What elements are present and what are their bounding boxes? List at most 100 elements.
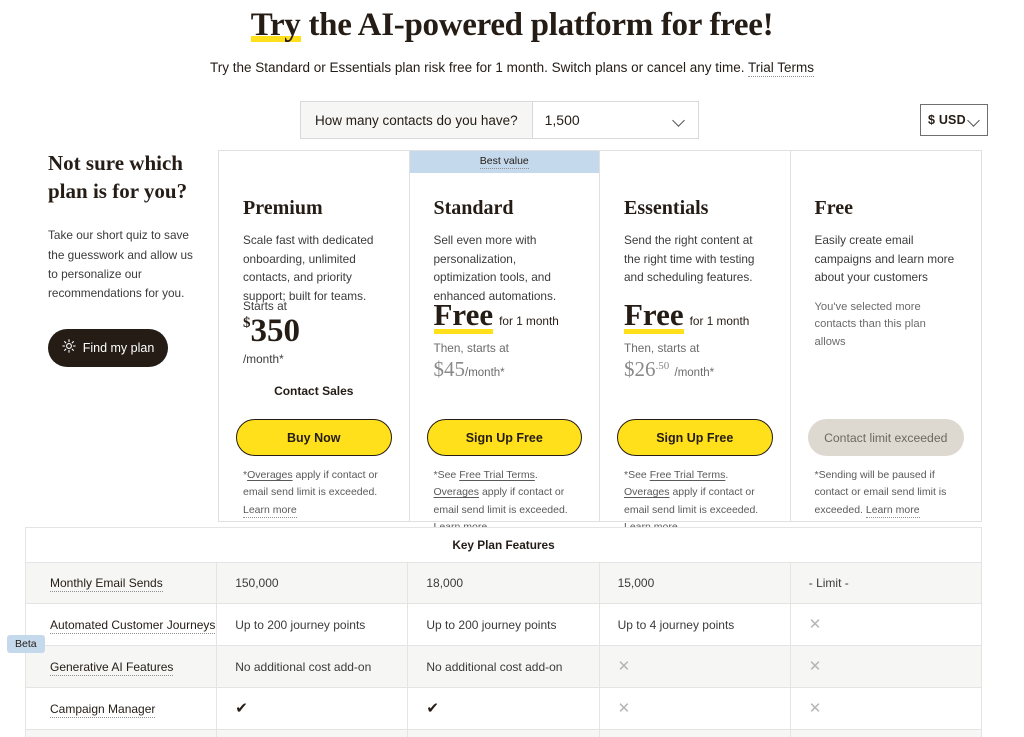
sign-up-free-button[interactable]: Sign Up Free (617, 419, 773, 456)
plan-card-essentials: Essentials Send the right content at the… (600, 151, 791, 535)
then-starts-label: Then, starts at (433, 340, 509, 355)
chevron-down-icon (968, 114, 981, 127)
badge-spacer (791, 151, 982, 173)
contact-limit-exceeded-button: Contact limit exceeded (807, 419, 964, 456)
feature-name-link[interactable]: Automated Customer Journeys (50, 617, 216, 634)
contacts-label: How many contacts do you have? (301, 102, 532, 138)
hero-subtitle: Try the Standard or Essentials plan risk… (0, 59, 1024, 78)
plan-description: Sell even more with personalization, opt… (433, 233, 557, 303)
feature-name-cell: Premium Migration Services (24, 729, 218, 737)
learn-more-link[interactable]: Learn more (243, 503, 297, 518)
feature-value-cell: ✕ (789, 603, 983, 646)
cta-zone: Contact limit exceeded (791, 419, 982, 456)
sidebar-body: Take our short quiz to save the guesswor… (48, 228, 193, 300)
price-amount: $26 (624, 356, 656, 381)
plan-price-after-trial: $26.50 /month* (624, 357, 766, 382)
free-trial-terms-link[interactable]: Free Trial Terms (459, 469, 535, 481)
footnote-pre: *See (624, 469, 650, 481)
subtitle-text: Try the Standard or Essentials plan risk… (209, 59, 748, 75)
feature-value-cell: ✕ (598, 687, 791, 730)
cross-icon: ✕ (808, 700, 822, 717)
free-price-line: Free for 1 month (433, 297, 576, 334)
plan-name: Premium (243, 197, 323, 219)
free-trial-terms-link[interactable]: Free Trial Terms (650, 469, 726, 481)
price-cents: .50 (655, 359, 670, 372)
price-zone: Starts at $350 /month* Contact Sales (219, 299, 409, 398)
plan-price-after-trial: $45/month* (434, 357, 576, 382)
plan-cards: Premium Scale fast with dedicated onboar… (218, 150, 982, 535)
best-value-label[interactable]: Best value (479, 155, 529, 169)
feature-name-link[interactable]: Campaign Manager (50, 701, 156, 718)
overages-link[interactable]: Overages (247, 469, 293, 481)
plan-footnote: *Sending will be paused if contact or em… (791, 467, 982, 519)
free-price-line: Free for 1 month (624, 298, 766, 334)
per-month-label: /month* (674, 366, 715, 379)
table-header-label: Key Plan Features (25, 527, 982, 563)
feature-value-cell: 15,000 (598, 562, 791, 604)
footnote-sep: . (534, 469, 538, 481)
plan-description: Send the right content at the right time… (624, 233, 755, 285)
table-row: Automated Customer Journeys Up to 200 jou… (24, 603, 983, 646)
overages-link[interactable]: Overages (624, 486, 670, 498)
price-amount: $45 (433, 356, 466, 381)
cross-icon: ✕ (617, 658, 631, 675)
overages-link[interactable]: Overages (434, 486, 480, 498)
controls-row: How many contacts do you have? 1,500 $ U… (0, 101, 1024, 141)
currency-symbol: $ (243, 315, 251, 331)
contact-sales-text: Contact Sales (274, 383, 354, 398)
find-my-plan-label: Find my plan (82, 340, 155, 355)
free-suffix: for 1 month (689, 314, 750, 328)
beta-badge: Beta (7, 635, 45, 653)
find-my-plan-button[interactable]: Find my plan (48, 328, 168, 367)
feature-name-link[interactable]: Monthly Email Sends (50, 576, 163, 592)
feature-value-cell: ✔ (216, 687, 409, 730)
price-zone: You've selected more contacts than this … (791, 299, 982, 351)
cross-icon: ✕ (808, 616, 822, 633)
buy-now-button[interactable]: Buy Now (236, 419, 392, 456)
plan-description: Scale fast with dedicated onboarding, un… (243, 233, 374, 303)
cta-zone: Sign Up Free (600, 419, 790, 456)
feature-value-cell: ✕ (789, 729, 983, 737)
price-zone: Free for 1 month Then, starts at $45/mon… (410, 297, 600, 382)
table-row: Campaign Manager ✔ ✔ ✕ ✕ (24, 687, 983, 730)
plan-price: $350 (243, 314, 385, 349)
sidebar-title: Not sure which plan is for you? (48, 151, 188, 203)
chevron-down-icon (673, 114, 686, 127)
per-month-label: /month* (465, 366, 505, 379)
feature-value-cell: 150,000 (216, 562, 409, 604)
plan-name: Standard (433, 197, 514, 219)
learn-more-link[interactable]: Learn more (865, 503, 920, 518)
currency-selector[interactable]: $ USD (920, 104, 988, 136)
feature-name-cell: Automated Customer Journeys (24, 603, 218, 646)
feature-value-cell: Contact Sales (216, 729, 409, 737)
plan-name: Essentials (624, 197, 709, 219)
contacts-dropdown[interactable]: 1,500 (531, 102, 698, 138)
plan-footnote: *See Free Trial Terms. Overages apply if… (600, 467, 790, 536)
plan-description: Easily create email campaigns and learn … (814, 233, 955, 285)
table-row: Premium Migration ServicesContact Sales ✕… (24, 729, 983, 737)
hero-section: Try the AI-powered platform for free! Tr… (0, 0, 1024, 77)
quiz-sidebar: Not sure which plan is for you? Take our… (48, 150, 200, 367)
badge-spacer (219, 151, 409, 173)
contact-limit-note: You've selected more contacts than this … (814, 301, 926, 348)
feature-value-cell: No additional cost add-on (216, 645, 409, 688)
contacts-selector[interactable]: How many contacts do you have? 1,500 (300, 101, 699, 139)
plan-card-premium: Premium Scale fast with dedicated onboar… (219, 151, 410, 521)
free-word: Free (433, 297, 494, 334)
feature-value-cell: ✕ (789, 645, 983, 688)
trial-terms-link[interactable]: Trial Terms (747, 59, 814, 77)
cta-zone: Buy Now (219, 419, 409, 456)
title-rest: the AI-powered platform for free! (300, 7, 774, 43)
feature-name-link[interactable]: Generative AI Features (50, 659, 174, 676)
title-highlight: Try (250, 7, 301, 44)
then-starts-label: Then, starts at (624, 340, 700, 355)
free-suffix: for 1 month (499, 314, 559, 328)
feature-value-cell: - Limit - (789, 562, 983, 604)
badge-spacer (600, 151, 790, 173)
footnote-pre: *See (433, 469, 460, 481)
sign-up-free-button[interactable]: Sign Up Free (426, 419, 582, 456)
feature-value-cell: Up to 4 journey points (598, 603, 791, 646)
best-value-badge: Best value (409, 151, 599, 173)
feature-value-cell: ✕ (789, 687, 983, 730)
footnote-sep: . (725, 469, 729, 481)
